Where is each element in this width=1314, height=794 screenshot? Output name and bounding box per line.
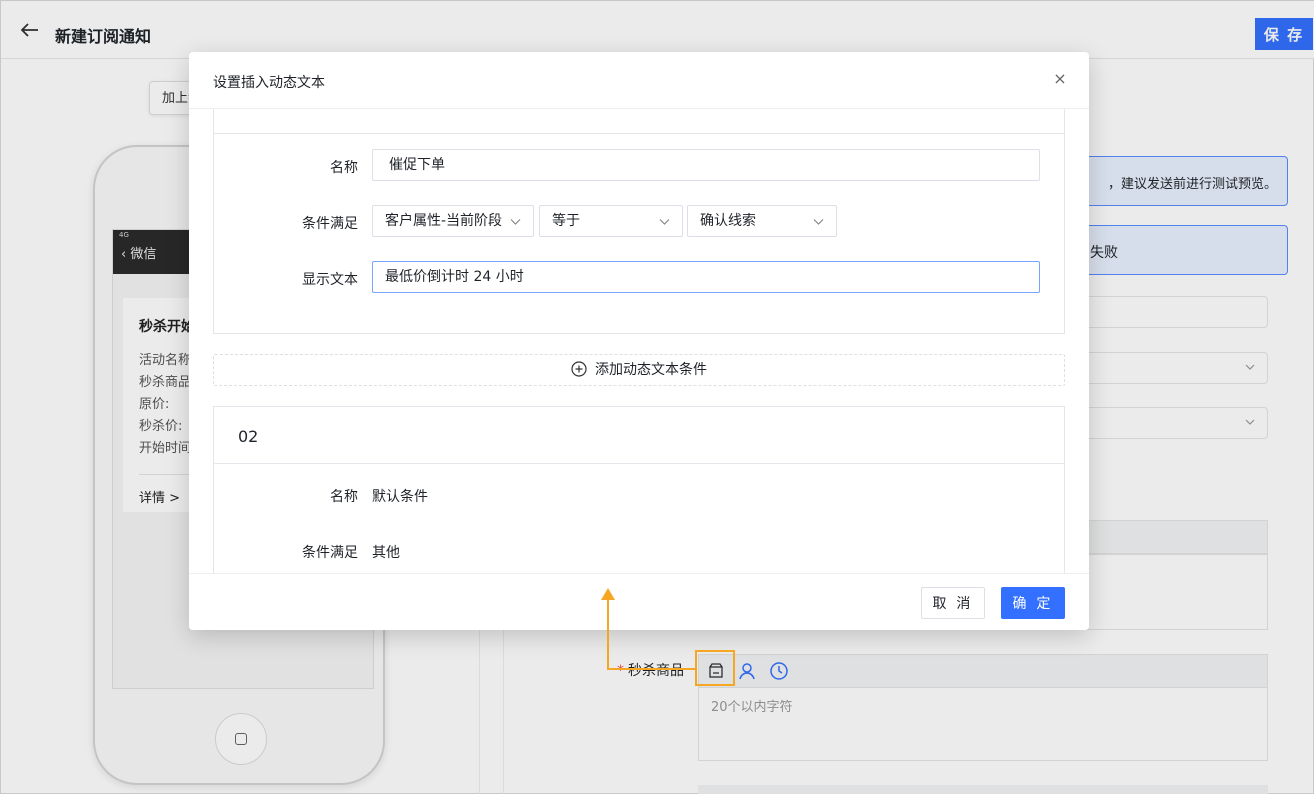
condition-block-1: 名称 催促下单 条件满足 客户属性-当前阶段 等于 确认线索 显示文本 最低价倒… — [213, 109, 1065, 334]
add-condition-label: 添加动态文本条件 — [595, 362, 707, 378]
name-value: 默认条件 — [372, 489, 428, 505]
name-label: 名称 — [330, 160, 358, 176]
condition-block-header: 02 — [214, 407, 1064, 464]
arrow-head-icon — [601, 588, 615, 600]
modal-header: 设置插入动态文本 × — [189, 52, 1089, 109]
value-select-value: 确认线索 — [700, 213, 756, 229]
name-label: 名称 — [330, 489, 358, 505]
name-input[interactable]: 催促下单 — [372, 149, 1040, 181]
divider — [214, 133, 1064, 134]
chevron-down-icon — [659, 219, 670, 225]
confirm-button[interactable]: 确 定 — [1001, 587, 1065, 619]
chevron-down-icon — [510, 219, 521, 225]
operator-select-value: 等于 — [552, 213, 580, 229]
display-text-input[interactable]: 最低价倒计时 24 小时 — [372, 261, 1040, 293]
annotation-arrow — [607, 668, 697, 670]
dynamic-text-modal: 设置插入动态文本 × 名称 催促下单 条件满足 客户属性-当前阶段 等于 确认线… — [189, 52, 1089, 630]
condition-block-2: 02 名称 默认条件 条件满足 其他 — [213, 406, 1065, 573]
add-condition-button[interactable]: 添加动态文本条件 — [213, 354, 1065, 386]
condition-label: 条件满足 — [302, 216, 358, 232]
chevron-down-icon — [813, 219, 824, 225]
condition-number: 02 — [238, 427, 259, 446]
highlight-box — [695, 650, 735, 686]
close-icon[interactable]: × — [1053, 71, 1067, 87]
attribute-select[interactable]: 客户属性-当前阶段 — [372, 205, 534, 237]
operator-select[interactable]: 等于 — [539, 205, 683, 237]
condition-value: 其他 — [372, 545, 400, 561]
plus-circle-icon — [571, 361, 587, 377]
value-select[interactable]: 确认线索 — [687, 205, 837, 237]
modal-footer: 取 消 确 定 — [189, 573, 1089, 630]
display-text-label: 显示文本 — [302, 272, 358, 288]
cancel-button[interactable]: 取 消 — [921, 587, 985, 619]
attribute-select-value: 客户属性-当前阶段 — [385, 213, 503, 229]
modal-title: 设置插入动态文本 — [213, 75, 325, 91]
condition-label: 条件满足 — [302, 545, 358, 561]
annotation-arrow — [607, 598, 609, 670]
modal-body: 名称 催促下单 条件满足 客户属性-当前阶段 等于 确认线索 显示文本 最低价倒… — [189, 109, 1089, 573]
